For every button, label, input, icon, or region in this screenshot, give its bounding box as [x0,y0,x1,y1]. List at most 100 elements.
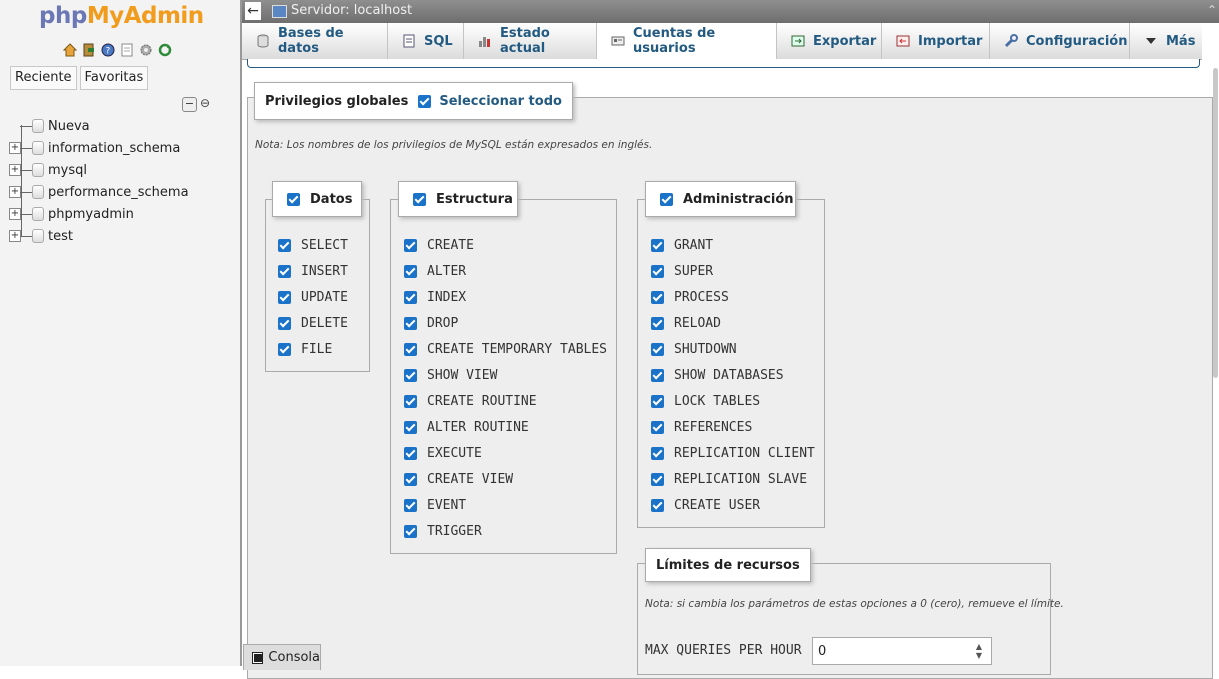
link-icon[interactable]: ⊖ [200,97,210,112]
privilege-checkbox[interactable] [404,238,417,252]
phpmyadmin-logo[interactable]: phpMyAdmin [39,3,204,29]
privilege-checkbox[interactable] [278,238,291,252]
privilege-label[interactable]: ALTER ROUTINE [427,420,529,435]
privilege-label[interactable]: SHOW VIEW [427,368,497,383]
favorites-tab[interactable]: Favoritas [79,66,149,90]
privilege-option[interactable]: INSERT [278,263,348,279]
max-queries-input[interactable]: 0 [812,637,992,665]
privilege-checkbox[interactable] [404,498,417,512]
select-all-toggle[interactable]: Seleccionar todo [418,94,562,109]
privilege-label[interactable]: UPDATE [301,290,348,305]
console-toggle[interactable]: Consola [243,644,321,670]
privilege-label[interactable]: CREATE [427,238,474,253]
privilege-label[interactable]: CREATE TEMPORARY TABLES [427,342,607,357]
settings-icon[interactable] [138,42,154,58]
logout-icon[interactable] [81,42,97,58]
privilege-checkbox[interactable] [404,446,417,460]
number-spinner-icon[interactable]: ▲ ▼ [972,642,986,660]
privilege-option[interactable]: SHUTDOWN [651,341,737,357]
privilege-option[interactable]: SHOW VIEW [404,367,497,383]
privilege-checkbox[interactable] [278,290,291,304]
privilege-option[interactable]: FILE [278,341,332,357]
privilege-checkbox[interactable] [651,290,664,304]
privilege-label[interactable]: REPLICATION CLIENT [674,446,815,461]
tab-databases[interactable]: Bases de datos [242,23,388,59]
back-arrow-icon[interactable]: ← [245,2,261,20]
privilege-label[interactable]: PROCESS [674,290,729,305]
privilege-option[interactable]: ALTER ROUTINE [404,419,529,435]
privilege-option[interactable]: INDEX [404,289,466,305]
privilege-checkbox[interactable] [651,342,664,356]
tab-sql[interactable]: SQL [388,23,464,59]
privilege-checkbox[interactable] [404,472,417,486]
privilege-label[interactable]: EVENT [427,498,466,513]
collapse-all-icon[interactable]: − [182,97,197,112]
privilege-checkbox[interactable] [651,238,664,252]
privilege-label[interactable]: CREATE VIEW [427,472,513,487]
privilege-option[interactable]: REFERENCES [651,419,752,435]
privilege-checkbox[interactable] [404,342,417,356]
privilege-label[interactable]: DELETE [301,316,348,331]
tree-item-database[interactable]: + performance_schema [8,181,238,203]
privilege-label[interactable]: RELOAD [674,316,721,331]
privilege-option[interactable]: ALTER [404,263,466,279]
privilege-label[interactable]: EXECUTE [427,446,482,461]
tree-item-database[interactable]: + test [8,225,238,247]
privilege-checkbox[interactable] [278,342,291,356]
privilege-option[interactable]: CREATE [404,237,474,253]
tab-more[interactable]: Más [1130,23,1202,59]
tab-user-accounts[interactable]: Cuentas de usuarios [597,23,777,59]
estructura-group-checkbox[interactable] [413,192,426,206]
estructura-legend[interactable]: Estructura [398,181,518,217]
privilege-checkbox[interactable] [404,290,417,304]
datos-legend[interactable]: Datos [272,181,362,217]
tab-status[interactable]: Estado actual [464,23,597,59]
privilege-option[interactable]: CREATE TEMPORARY TABLES [404,341,607,357]
privilege-checkbox[interactable] [404,394,417,408]
privilege-label[interactable]: REFERENCES [674,420,752,435]
privilege-label[interactable]: DROP [427,316,458,331]
tree-item-database[interactable]: + information_schema [8,137,238,159]
privilege-checkbox[interactable] [404,524,417,538]
select-all-checkbox[interactable] [418,94,432,108]
privilege-checkbox[interactable] [651,446,664,460]
privilege-checkbox[interactable] [278,316,291,330]
privilege-checkbox[interactable] [651,394,664,408]
recent-tab[interactable]: Reciente [10,66,77,90]
privilege-label[interactable]: SELECT [301,238,348,253]
privilege-option[interactable]: SUPER [651,263,713,279]
privilege-option[interactable]: EXECUTE [404,445,482,461]
privilege-label[interactable]: SHOW DATABASES [674,368,784,383]
administracion-group-checkbox[interactable] [660,192,673,206]
privilege-label[interactable]: REPLICATION SLAVE [674,472,807,487]
home-icon[interactable] [62,42,78,58]
administracion-legend[interactable]: Administración [645,181,796,217]
privilege-option[interactable]: LOCK TABLES [651,393,760,409]
privilege-option[interactable]: REPLICATION CLIENT [651,445,815,461]
privilege-option[interactable]: CREATE ROUTINE [404,393,537,409]
privilege-option[interactable]: SELECT [278,237,348,253]
privilege-label[interactable]: INDEX [427,290,466,305]
privilege-label[interactable]: CREATE USER [674,498,760,513]
privilege-option[interactable]: TRIGGER [404,523,482,539]
datos-group-checkbox[interactable] [287,192,300,206]
docs-icon[interactable] [119,42,135,58]
tab-import[interactable]: Importar [882,23,990,59]
privilege-option[interactable]: SHOW DATABASES [651,367,784,383]
vertical-scrollbar[interactable] [1213,68,1218,378]
nav-resize-handle[interactable] [240,0,242,666]
select-all-label[interactable]: Seleccionar todo [439,94,562,109]
tab-settings[interactable]: Configuración [990,23,1130,59]
privilege-label[interactable]: FILE [301,342,332,357]
privilege-checkbox[interactable] [651,316,664,330]
privilege-checkbox[interactable] [651,420,664,434]
privilege-option[interactable]: UPDATE [278,289,348,305]
privilege-label[interactable]: CREATE ROUTINE [427,394,537,409]
help-icon[interactable]: ? [100,42,116,58]
privilege-checkbox[interactable] [404,316,417,330]
privilege-option[interactable]: PROCESS [651,289,729,305]
privilege-checkbox[interactable] [651,264,664,278]
privilege-option[interactable]: RELOAD [651,315,721,331]
privilege-label[interactable]: TRIGGER [427,524,482,539]
privilege-option[interactable]: REPLICATION SLAVE [651,471,807,487]
